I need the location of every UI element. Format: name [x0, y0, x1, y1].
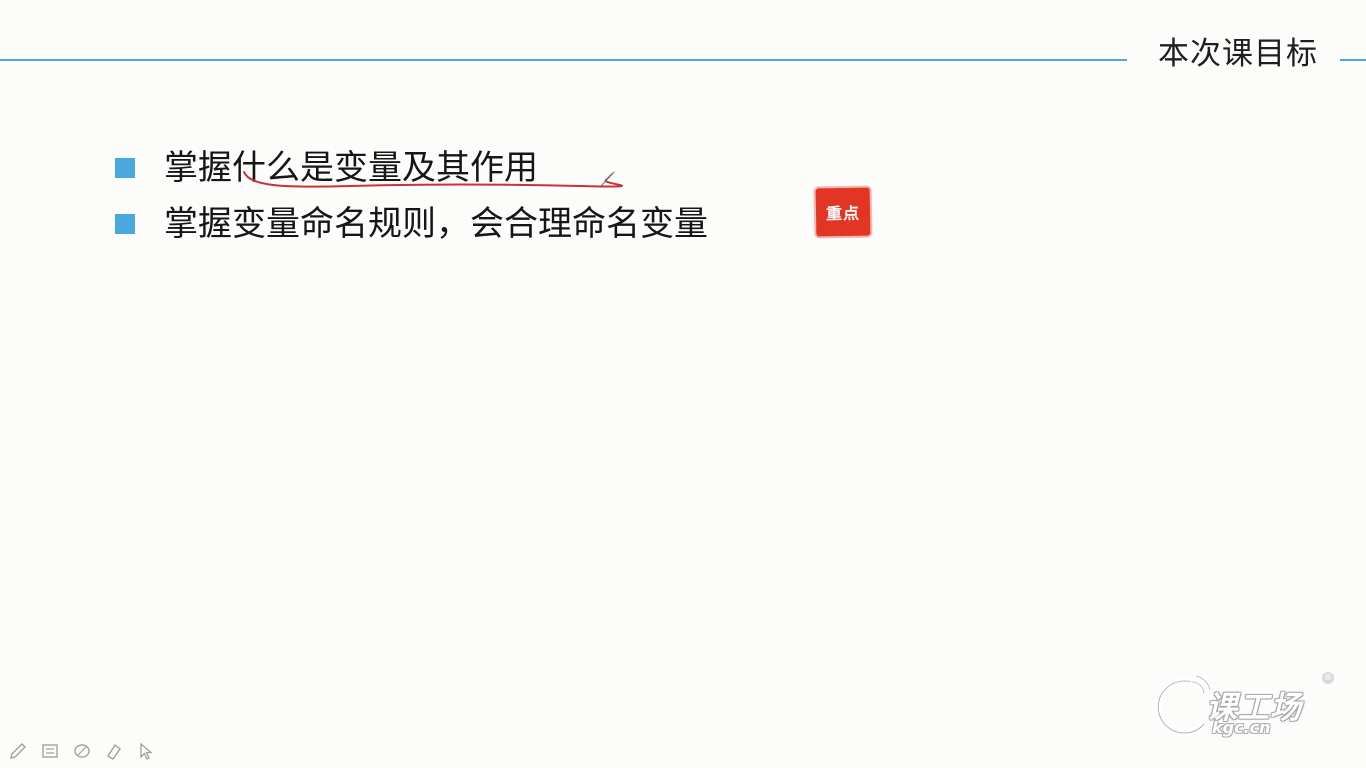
- eraser-tool-button[interactable]: [70, 740, 94, 762]
- pen-icon: [10, 743, 26, 759]
- pointer-tool-button[interactable]: [134, 740, 158, 762]
- list-item: 掌握变量命名规则，会合理命名变量: [115, 196, 708, 252]
- eraser-icon: [74, 744, 90, 758]
- pointer-icon: [140, 742, 153, 760]
- presenter-toolbar: [6, 740, 158, 762]
- title-rule-right: [1340, 59, 1366, 61]
- objective-text: 掌握变量命名规则，会合理命名变量: [164, 204, 708, 244]
- slides-icon: [42, 744, 58, 758]
- highlighter-tool-button[interactable]: [102, 740, 126, 762]
- kgc-logo: 课工场 kgc.cn ®: [1144, 660, 1344, 748]
- stamp-label: 重点: [825, 203, 861, 224]
- slide: 本次课目标 掌握什么是变量及其作用 掌握变量命名规则，会合理命名变量 重点 课工…: [0, 0, 1366, 768]
- bullet-square-icon: [115, 158, 135, 178]
- slides-tool-button[interactable]: [38, 740, 62, 762]
- title-rule-left: [0, 59, 1127, 61]
- registered-mark: ®: [1322, 672, 1334, 684]
- key-point-stamp: 重点: [815, 187, 871, 237]
- bullet-square-icon: [115, 214, 135, 234]
- pen-tool-button[interactable]: [6, 740, 30, 762]
- handwritten-underline-annotation: [243, 171, 623, 188]
- logo-domain: kgc.cn: [1212, 718, 1271, 737]
- slide-title: 本次课目标: [1158, 36, 1318, 72]
- highlighter-icon: [107, 743, 121, 760]
